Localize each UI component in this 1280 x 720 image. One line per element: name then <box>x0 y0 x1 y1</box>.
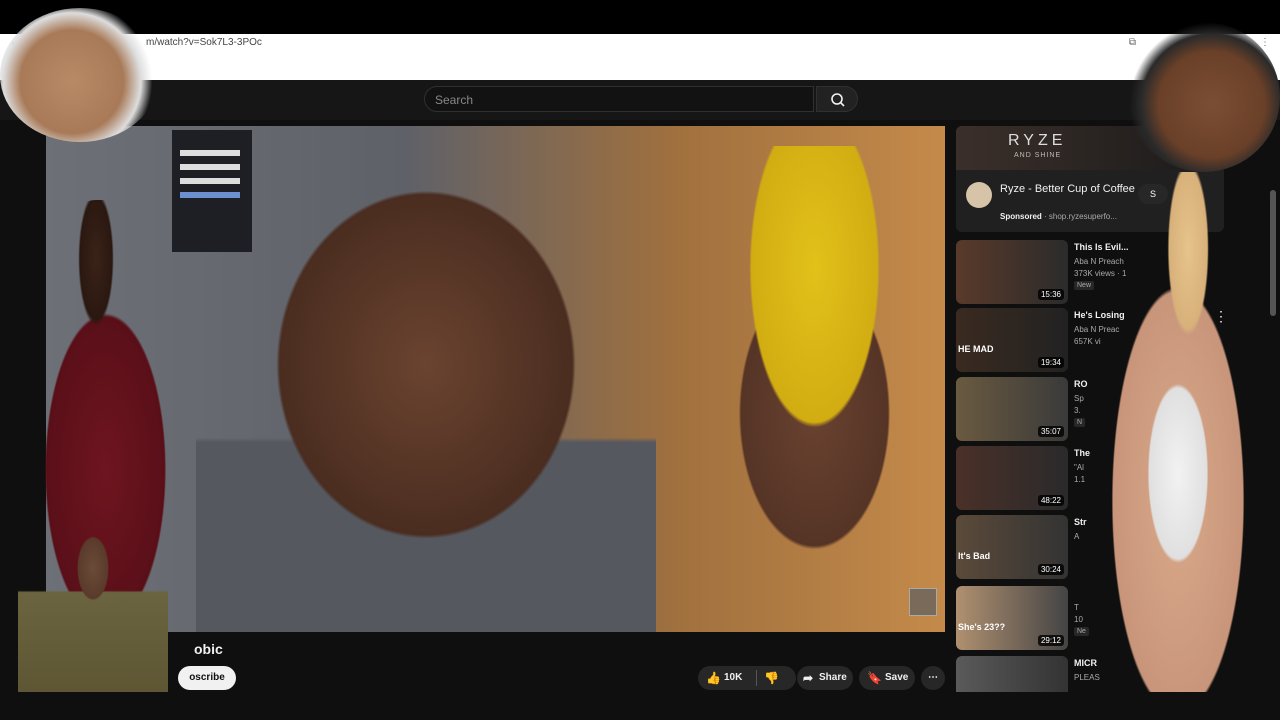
sticker-face-top-left <box>0 8 160 142</box>
save-label: Save <box>885 672 909 683</box>
extension-icon[interactable]: ⧉ <box>1129 34 1136 52</box>
subscribe-button[interactable]: oscribe <box>178 666 236 690</box>
bottom-strip <box>0 692 1280 720</box>
share-button[interactable]: ➦ Share <box>797 666 853 690</box>
like-count: 10K <box>724 672 743 683</box>
browser-toolbar-area <box>0 52 1280 80</box>
thumbs-down-icon[interactable]: 👎 <box>764 666 779 690</box>
host-right <box>666 146 936 632</box>
search-placeholder: Search <box>435 93 474 107</box>
duration-badge: 30:24 <box>1037 564 1064 575</box>
address-bar[interactable]: ← m/watch?v=Sok7L3-3POc ⧉ ⋮ <box>0 34 1280 53</box>
search-icon <box>831 93 845 107</box>
video-thumbnail[interactable]: HE MAD 19:34 <box>956 308 1068 372</box>
duration-badge: 35:07 <box>1037 426 1064 437</box>
search-input[interactable]: Search <box>424 86 814 112</box>
video-thumbnail[interactable]: 15:36 <box>956 240 1068 304</box>
sticker-face-top-right <box>1128 22 1280 172</box>
thumbnail-caption: HE MAD <box>958 344 994 354</box>
ad-title[interactable]: Ryze - Better Cup of Coffee <box>1000 182 1140 196</box>
video-thumbnail[interactable]: She's 23?? 29:12 <box>956 586 1068 650</box>
duration-badge: 29:12 <box>1037 635 1064 646</box>
bookmark-icon: 🔖 <box>867 671 882 685</box>
search-button[interactable] <box>816 86 858 112</box>
more-actions-button[interactable]: ⋯ <box>921 666 945 690</box>
like-button[interactable]: 👍 10K 👎 <box>698 666 796 690</box>
sponsored-label: Sponsored <box>1000 212 1042 221</box>
ad-logo[interactable] <box>966 182 992 208</box>
thumbnail-caption: She's 23?? <box>958 622 1006 632</box>
video-thumbnail[interactable]: 35:07 <box>956 377 1068 441</box>
ad-sponsored-line: Sponsored · shop.ryzesuperfo... <box>1000 212 1117 221</box>
browser-top-strip <box>0 0 1280 34</box>
thumbs-up-icon: 👍 <box>706 671 721 685</box>
sticker-woman-white-outfit <box>1076 172 1280 720</box>
duration-badge: 48:22 <box>1037 495 1064 506</box>
share-icon: ➦ <box>803 671 814 685</box>
duration-badge: 15:36 <box>1037 289 1064 300</box>
channel-watermark[interactable] <box>909 588 937 616</box>
ad-brand: RYZE <box>1008 132 1067 149</box>
url-text[interactable]: m/watch?v=Sok7L3-3POc <box>146 34 262 52</box>
thumbnail-caption: It's Bad <box>958 551 991 561</box>
video-title: obic <box>194 641 223 657</box>
ad-tagline: AND SHINE <box>1014 152 1062 159</box>
like-divider <box>756 670 757 686</box>
share-label: Share <box>819 672 847 683</box>
host-left <box>196 146 656 632</box>
video-thumbnail[interactable]: It's Bad 30:24 <box>956 515 1068 579</box>
duration-badge: 19:34 <box>1037 357 1064 368</box>
save-button[interactable]: 🔖 Save <box>859 666 915 690</box>
video-thumbnail[interactable]: 48:22 <box>956 446 1068 510</box>
